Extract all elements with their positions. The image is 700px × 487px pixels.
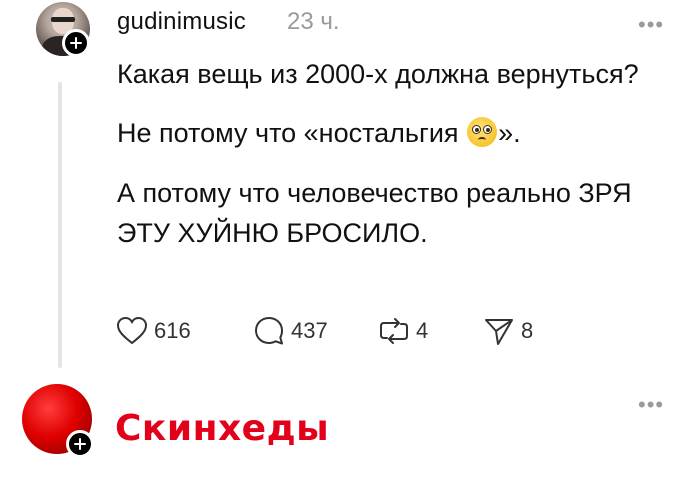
post-paragraph-1: Какая вещь из 2000-х должна вернуться? <box>117 59 639 89</box>
more-options-button[interactable]: ••• <box>638 14 664 36</box>
plus-icon-vertical <box>78 438 82 450</box>
comment-count: 437 <box>291 318 328 343</box>
post-paragraph-2-text: Не потому что «ностальгия <box>117 118 467 148</box>
repost-icon <box>380 318 408 344</box>
username[interactable]: gudinimusic <box>117 8 246 36</box>
like-button[interactable]: 616 <box>116 316 253 346</box>
post-body: Какая вещь из 2000-х должна вернуться? Н… <box>117 54 657 273</box>
post-actions: 616 437 4 8 <box>116 313 533 349</box>
post-paragraph-2: Не потому что «ностальгия ». <box>117 113 657 153</box>
share-count: 8 <box>521 318 534 343</box>
pleading-face-icon <box>467 117 498 147</box>
follow-plus-button-next[interactable] <box>66 430 94 458</box>
post-paragraph-2-end: ». <box>498 118 521 148</box>
more-options-button-next[interactable]: ••• <box>638 394 664 416</box>
comment-icon <box>255 317 283 345</box>
post-paragraph-3: А потому что человечество реально ЗРЯ ЭТ… <box>117 178 632 248</box>
repost-count: 4 <box>416 318 429 343</box>
heart-icon <box>116 316 148 345</box>
share-button[interactable]: 8 <box>483 316 533 346</box>
plus-icon-vertical <box>74 37 78 49</box>
thread-line <box>58 82 62 368</box>
send-icon <box>485 319 513 345</box>
comment-button[interactable]: 437 <box>253 315 378 347</box>
repost-button[interactable]: 4 <box>378 316 483 346</box>
like-count: 616 <box>154 318 191 343</box>
post-time: 23 ч. <box>287 8 340 35</box>
follow-plus-button[interactable] <box>62 29 90 57</box>
avatar-glasses <box>51 17 75 22</box>
next-post-title[interactable]: Скинхеды <box>115 408 329 449</box>
